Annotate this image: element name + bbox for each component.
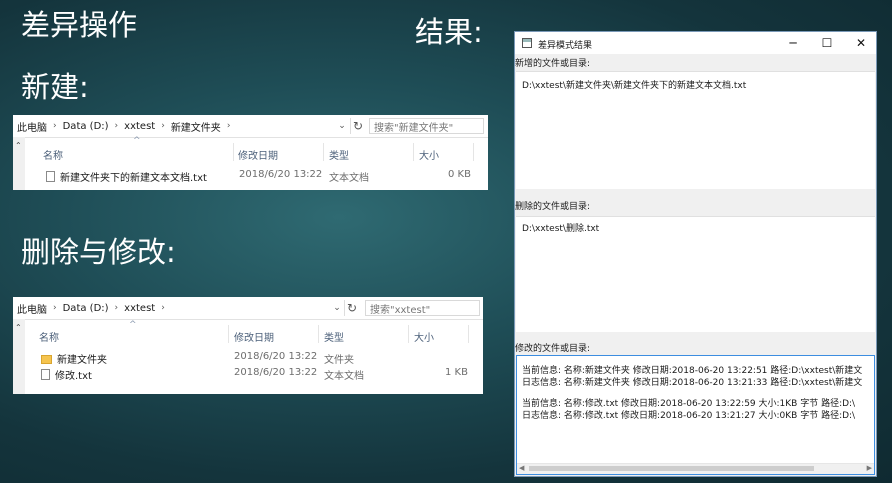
modified-label: 修改的文件或目录: [515, 344, 591, 354]
column-header-date[interactable]: 修改日期 [238, 147, 278, 162]
deleted-item[interactable]: D:\xxtest\删除.txt [522, 221, 599, 234]
column-divider[interactable] [408, 325, 409, 343]
chevron-right-icon: › [226, 121, 231, 131]
column-header-name[interactable]: 名称 [39, 329, 59, 344]
address-bar: 此电脑 › Data (D:) › xxtest › 新建文件夹 › ⌄ ↻ 搜索"新建… [13, 115, 488, 138]
added-label: 新增的文件或目录: [515, 59, 591, 69]
breadcrumb[interactable]: 此电脑 › Data (D:) › xxtest › 新建文件夹 › [17, 118, 230, 134]
refresh-icon[interactable]: ↻ [344, 300, 359, 316]
result-window: 差异模式结果 ─ ☐ ✕ 新增的文件或目录: D:\xxtest\新建文件夹\新… [514, 31, 877, 477]
column-header-date[interactable]: 修改日期 [234, 329, 274, 344]
chevron-right-icon: › [161, 303, 165, 313]
column-header-type[interactable]: 类型 [329, 147, 349, 162]
search-input[interactable]: 搜索"新建文件夹" [369, 118, 484, 134]
column-header-name[interactable]: 名称 [43, 147, 63, 162]
file-type: 文本文档 [329, 173, 369, 184]
breadcrumb-item[interactable]: 此电脑 [17, 119, 47, 134]
slide-heading: 差异操作 [21, 8, 138, 42]
delete-modify-label: 删除与修改: [21, 235, 176, 269]
chevron-right-icon: › [114, 303, 119, 313]
breadcrumb-item[interactable]: xxtest [124, 121, 155, 132]
column-header-size[interactable]: 大小 [419, 147, 439, 162]
chevron-right-icon: › [114, 121, 119, 131]
breadcrumb-item[interactable]: 此电脑 [17, 301, 47, 316]
column-header-size[interactable]: 大小 [414, 329, 434, 344]
column-divider[interactable] [318, 325, 319, 343]
title-bar[interactable]: 差异模式结果 ─ ☐ ✕ [515, 32, 876, 54]
nav-pane-edge[interactable]: ⌃ [13, 137, 25, 190]
chevron-up-icon[interactable]: ⌃ [15, 141, 22, 150]
close-button[interactable]: ✕ [847, 34, 875, 52]
text-file-icon [46, 171, 55, 182]
horizontal-scrollbar[interactable]: ◀ ▶ [517, 463, 874, 474]
file-date: 2018/6/20 13:22 [234, 367, 318, 378]
file-size: 1 KB [445, 367, 468, 378]
chevron-right-icon: › [53, 303, 57, 313]
result-label: 结果: [415, 15, 483, 49]
folder-type: 文件夹 [324, 355, 354, 366]
added-item[interactable]: D:\xxtest\新建文件夹\新建文件夹下的新建文本文档.txt [522, 78, 746, 91]
column-divider[interactable] [228, 325, 229, 343]
column-divider[interactable] [233, 143, 234, 161]
breadcrumb-item[interactable]: xxtest [124, 303, 155, 314]
column-divider[interactable] [473, 143, 474, 161]
minimize-button[interactable]: ─ [779, 34, 807, 52]
file-name: 新建文件夹下的新建文本文档.txt [60, 173, 207, 184]
column-divider[interactable] [468, 325, 469, 343]
breadcrumb-item[interactable]: 新建文件夹 [171, 119, 221, 134]
breadcrumb[interactable]: 此电脑 › Data (D:) › xxtest › [17, 300, 165, 316]
text-file-icon [41, 369, 50, 380]
sort-caret-icon: ^ [129, 320, 137, 330]
log-line: 日志信息: 名称:新建文件夹 修改日期:2018-06-20 13:21:33 … [522, 378, 863, 388]
chevron-right-icon: › [53, 121, 57, 131]
chevron-down-icon[interactable]: ⌄ [336, 119, 348, 133]
scroll-left-icon[interactable]: ◀ [519, 464, 524, 472]
breadcrumb-item[interactable]: Data (D:) [63, 121, 109, 132]
file-date: 2018/6/20 13:22 [239, 169, 323, 180]
app-icon [522, 38, 532, 48]
modified-textarea[interactable]: 当前信息: 名称:新建文件夹 修改日期:2018-06-20 13:22:51 … [516, 355, 875, 475]
explorer-new-folder: 此电脑 › Data (D:) › xxtest › 新建文件夹 › ⌄ ↻ 搜索"新建… [13, 115, 488, 190]
search-input[interactable]: 搜索"xxtest" [365, 300, 480, 316]
address-bar: 此电脑 › Data (D:) › xxtest › ⌄ ↻ 搜索"xxtest" [13, 297, 483, 320]
column-divider[interactable] [413, 143, 414, 161]
window-title: 差异模式结果 [538, 41, 593, 51]
column-divider[interactable] [323, 143, 324, 161]
file-size: 0 KB [448, 169, 471, 180]
folder-name: 新建文件夹 [57, 355, 107, 366]
log-line: 日志信息: 名称:修改.txt 修改日期:2018-06-20 13:21:27… [522, 411, 856, 421]
scrollbar-thumb[interactable] [529, 466, 814, 471]
column-header-type[interactable]: 类型 [324, 329, 344, 344]
nav-pane-edge[interactable]: ⌃ [13, 319, 25, 394]
scroll-right-icon[interactable]: ▶ [867, 464, 872, 472]
file-name: 修改.txt [55, 371, 92, 382]
maximize-button[interactable]: ☐ [813, 34, 841, 52]
chevron-right-icon: › [161, 121, 165, 131]
chevron-up-icon[interactable]: ⌃ [15, 323, 22, 332]
deleted-list[interactable]: D:\xxtest\删除.txt [516, 216, 875, 332]
folder-date: 2018/6/20 13:22 [234, 351, 318, 362]
folder-icon [41, 355, 52, 364]
sort-caret-icon: ^ [133, 136, 141, 146]
refresh-icon[interactable]: ↻ [350, 118, 365, 134]
file-type: 文本文档 [324, 371, 364, 382]
breadcrumb-item[interactable]: Data (D:) [63, 303, 109, 314]
chevron-down-icon[interactable]: ⌄ [331, 301, 343, 315]
explorer-xxtest: 此电脑 › Data (D:) › xxtest › ⌄ ↻ 搜索"xxtest" ⌃… [13, 297, 483, 394]
deleted-label: 删除的文件或目录: [515, 202, 591, 212]
create-label: 新建: [21, 70, 89, 104]
added-list[interactable]: D:\xxtest\新建文件夹\新建文件夹下的新建文本文档.txt [516, 71, 875, 189]
